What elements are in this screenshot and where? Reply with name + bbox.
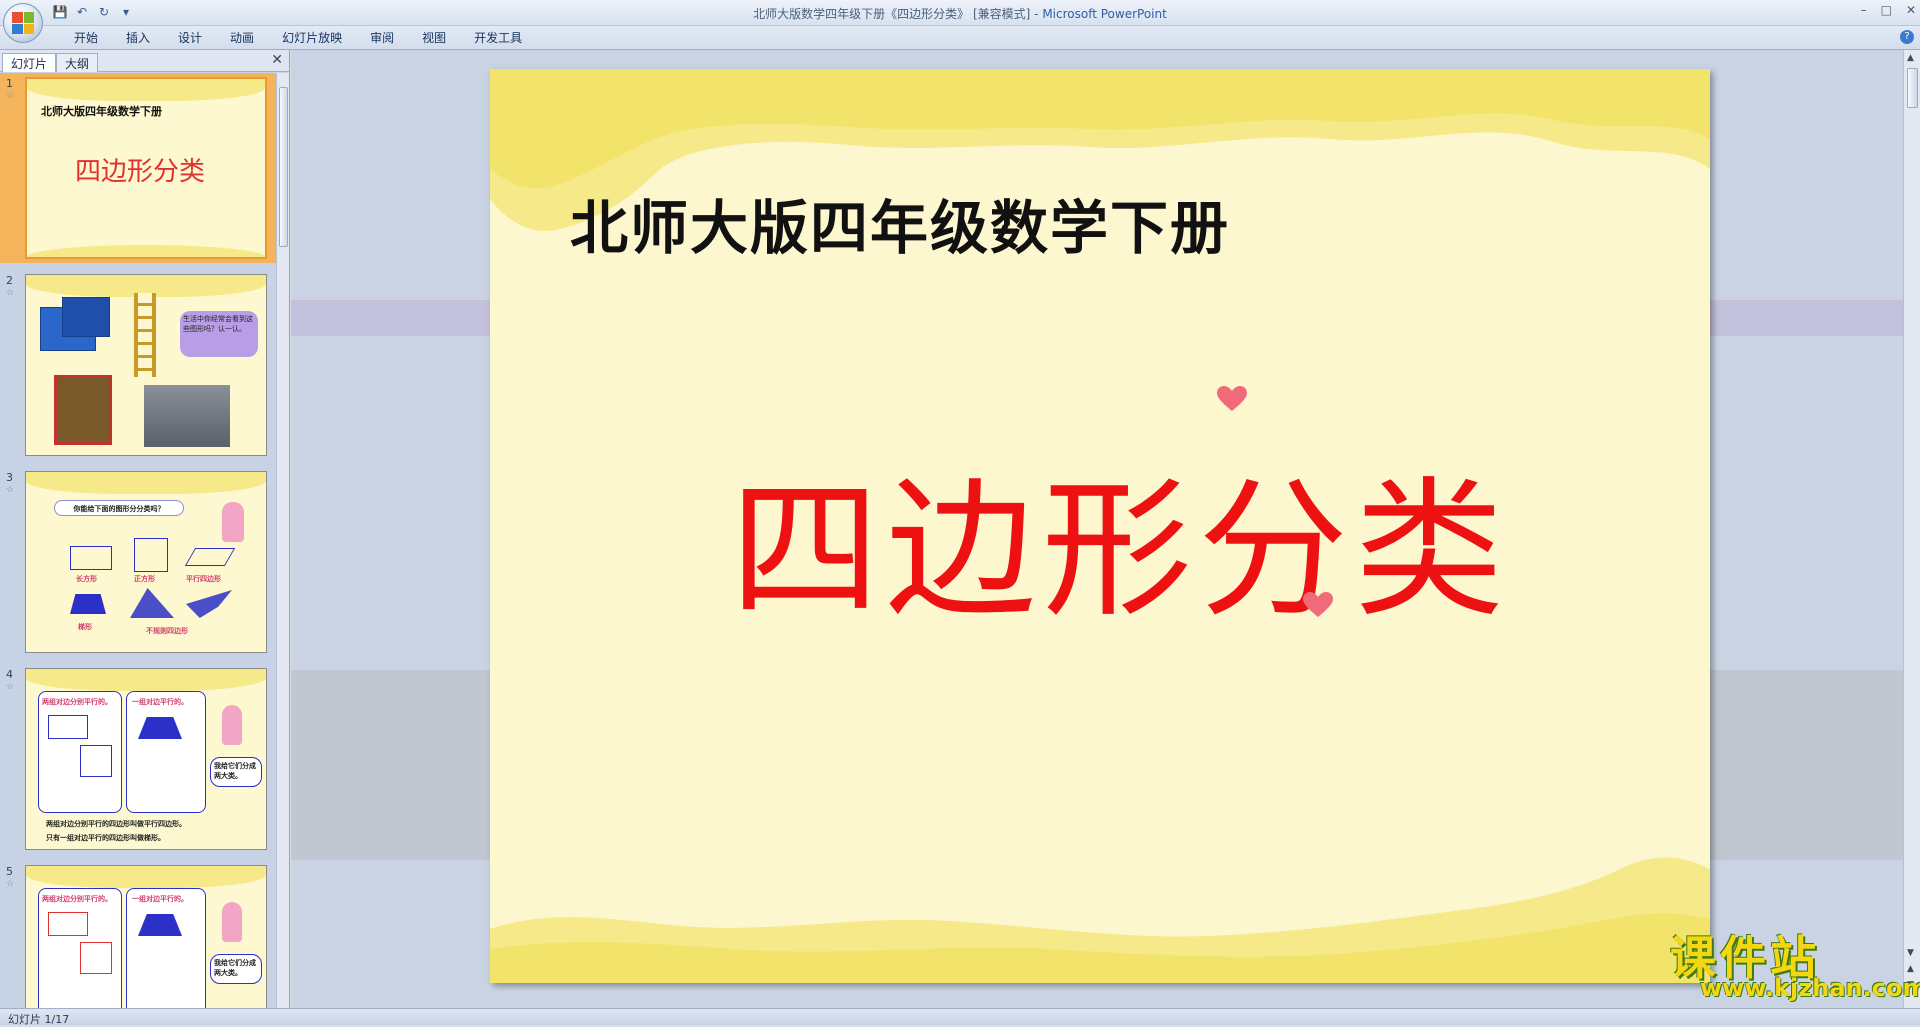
slide-number: 1: [6, 77, 13, 90]
wave-decoration: [27, 79, 265, 101]
thumb-title: 北师大版四年级数学下册: [41, 105, 162, 118]
site-watermark: 课件站 www.kjzhan.com: [1670, 922, 1920, 1002]
rectangle-shape: [48, 715, 88, 739]
irregular-shape: [130, 588, 174, 618]
shape-label: 正方形: [134, 575, 155, 583]
thumbnail-preview: 你能给下面的图形分分类吗？ 长方形 正方形 平行四边形 梯形 不规则四边形: [25, 471, 267, 653]
thumb-subtitle: 四边形分类: [75, 157, 206, 187]
slide-number: 4: [6, 668, 13, 681]
square-shape: [80, 942, 112, 974]
slide-thumbnail-5[interactable]: 5 ☆ 两组对边分别平行的。 一组对边平行的。 我给它们分成两大类。: [0, 861, 276, 1008]
box-label: 一组对边平行的。: [132, 895, 188, 903]
speech-bubble: 我给它们分成两大类。: [210, 954, 262, 984]
slide-thumbnail-4[interactable]: 4 ☆ 两组对边分别平行的。 一组对边平行的。 我给它们分成两大类。 两组对边分…: [0, 664, 276, 854]
tab-slideshow[interactable]: 幻灯片放映: [268, 30, 356, 46]
definition-line: 只有一组对边平行的四边形叫做梯形。: [46, 834, 165, 842]
box-label: 一组对边平行的。: [132, 698, 188, 706]
slide-thumbnail-3[interactable]: 3 ☆ 你能给下面的图形分分类吗？ 长方形 正方形 平行四边形 梯形 不规则四边…: [0, 467, 276, 657]
parallelogram-shape: [184, 548, 236, 566]
group-box: [126, 691, 206, 813]
thumbnail-scrollbar[interactable]: [276, 73, 289, 1008]
tiles-image: [62, 297, 110, 337]
thumbnail-preview: 生活中你经常会看到这些图形吗？认一认。: [25, 274, 267, 456]
photo-image: [144, 385, 230, 447]
transition-star-icon: ☆: [6, 485, 15, 495]
transition-star-icon: ☆: [6, 879, 15, 889]
wave-decoration: [26, 866, 266, 888]
square-shape: [134, 538, 168, 572]
slide-number: 5: [6, 865, 13, 878]
slide-title[interactable]: 北师大版四年级数学下册: [570, 181, 1230, 265]
tab-home[interactable]: 开始: [60, 30, 112, 46]
girl-figure: [222, 502, 244, 542]
slide-thumbnail-2[interactable]: 2 ☆ 生活中你经常会看到这些图形吗？认一认。: [0, 270, 276, 460]
rectangle-shape: [48, 912, 88, 936]
transition-star-icon: ☆: [6, 682, 15, 692]
help-icon[interactable]: ?: [1900, 30, 1914, 44]
trapezoid-shape: [70, 594, 106, 614]
girl-figure: [222, 902, 242, 942]
shape-label: 梯形: [78, 623, 92, 631]
watermark-url: www.kjzhan.com: [1700, 974, 1920, 1002]
heart-icon: [1217, 386, 1247, 411]
close-panel-icon[interactable]: ✕: [271, 52, 283, 68]
current-slide[interactable]: 北师大版四年级数学下册 四边形分类: [490, 69, 1710, 983]
wave-decoration: [26, 669, 266, 691]
thumbnail-preview: 北师大版四年级数学下册 四边形分类: [25, 77, 267, 259]
slide-number: 3: [6, 471, 13, 484]
office-logo-icon: [12, 12, 34, 34]
panel-tabs: 幻灯片 大纲 ✕: [0, 50, 289, 72]
slide-thumbnail-1[interactable]: 1 ☆ 北师大版四年级数学下册 四边形分类: [0, 73, 276, 263]
ladder-image: [134, 293, 156, 377]
tab-review[interactable]: 审阅: [356, 30, 408, 46]
maximize-icon[interactable]: □: [1881, 3, 1892, 17]
cloud-bubble: 你能给下面的图形分分类吗？: [54, 500, 184, 516]
speech-bubble: 生活中你经常会看到这些图形吗？认一认。: [180, 311, 258, 357]
girl-figure: [222, 705, 242, 745]
tab-insert[interactable]: 插入: [112, 30, 164, 46]
thumbnail-list: 1 ☆ 北师大版四年级数学下册 四边形分类 2 ☆ 生活中你经常会看到这些图形吗…: [0, 73, 276, 1008]
box-label: 两组对边分别平行的。: [42, 895, 112, 903]
office-button[interactable]: [3, 3, 43, 43]
slides-panel: 幻灯片 大纲 ✕ 1 ☆ 北师大版四年级数学下册 四边形分类 2 ☆ 生活中你经…: [0, 50, 290, 1008]
shape-label: 不规则四边形: [146, 627, 188, 635]
tab-view[interactable]: 视图: [408, 30, 460, 46]
minimize-icon[interactable]: –: [1861, 3, 1867, 17]
tab-slides[interactable]: 幻灯片: [2, 53, 57, 72]
slide-main-text[interactable]: 四边形分类: [730, 429, 1510, 646]
group-box: [126, 888, 206, 1008]
window-title: 北师大版数学四年级下册《四边形分类》 [兼容模式] - Microsoft Po…: [753, 7, 1167, 21]
wave-decoration: [26, 472, 266, 494]
slide-scrollbar[interactable]: ▲ ▼ ▲ ▼: [1903, 50, 1920, 1008]
square-shape: [80, 745, 112, 777]
ribbon: 开始 插入 设计 动画 幻灯片放映 审阅 视图 开发工具 ?: [0, 26, 1920, 50]
rectangle-shape: [70, 546, 112, 570]
thumbnail-preview: 两组对边分别平行的。 一组对边平行的。 我给它们分成两大类。 两组对边分别平行的…: [25, 668, 267, 850]
scrollbar-thumb[interactable]: [1907, 68, 1918, 108]
title-bar: 💾 ↶ ↻ ▾ 北师大版数学四年级下册《四边形分类》 [兼容模式] - Micr…: [0, 0, 1920, 26]
slide-number: 2: [6, 274, 13, 287]
ribbon-tabs: 开始 插入 设计 动画 幻灯片放映 审阅 视图 开发工具: [60, 30, 536, 46]
shape-label: 长方形: [76, 575, 97, 583]
transition-star-icon: ☆: [6, 288, 15, 298]
tab-developer[interactable]: 开发工具: [460, 30, 536, 46]
shape-label: 平行四边形: [186, 575, 221, 583]
tab-animations[interactable]: 动画: [216, 30, 268, 46]
tab-design[interactable]: 设计: [164, 30, 216, 46]
definition-line: 两组对边分别平行的四边形叫做平行四边形。: [46, 820, 186, 828]
speech-bubble: 我给它们分成两大类。: [210, 757, 262, 787]
close-icon[interactable]: ✕: [1906, 3, 1916, 17]
status-bar: 幻灯片 1/17: [0, 1008, 1920, 1026]
heart-icon: [1303, 592, 1333, 617]
scroll-up-icon[interactable]: ▲: [1907, 53, 1914, 63]
wave-decoration: [27, 245, 265, 257]
scrollbar-thumb[interactable]: [279, 87, 288, 247]
box-label: 两组对边分别平行的。: [42, 698, 112, 706]
painting-image: [54, 375, 112, 445]
tab-outline[interactable]: 大纲: [56, 53, 99, 72]
thumbnail-preview: 两组对边分别平行的。 一组对边平行的。 我给它们分成两大类。: [25, 865, 267, 1008]
window-controls: – □ ✕: [1861, 3, 1916, 17]
irregular-shape: [186, 590, 232, 618]
transition-star-icon: ☆: [6, 91, 15, 101]
